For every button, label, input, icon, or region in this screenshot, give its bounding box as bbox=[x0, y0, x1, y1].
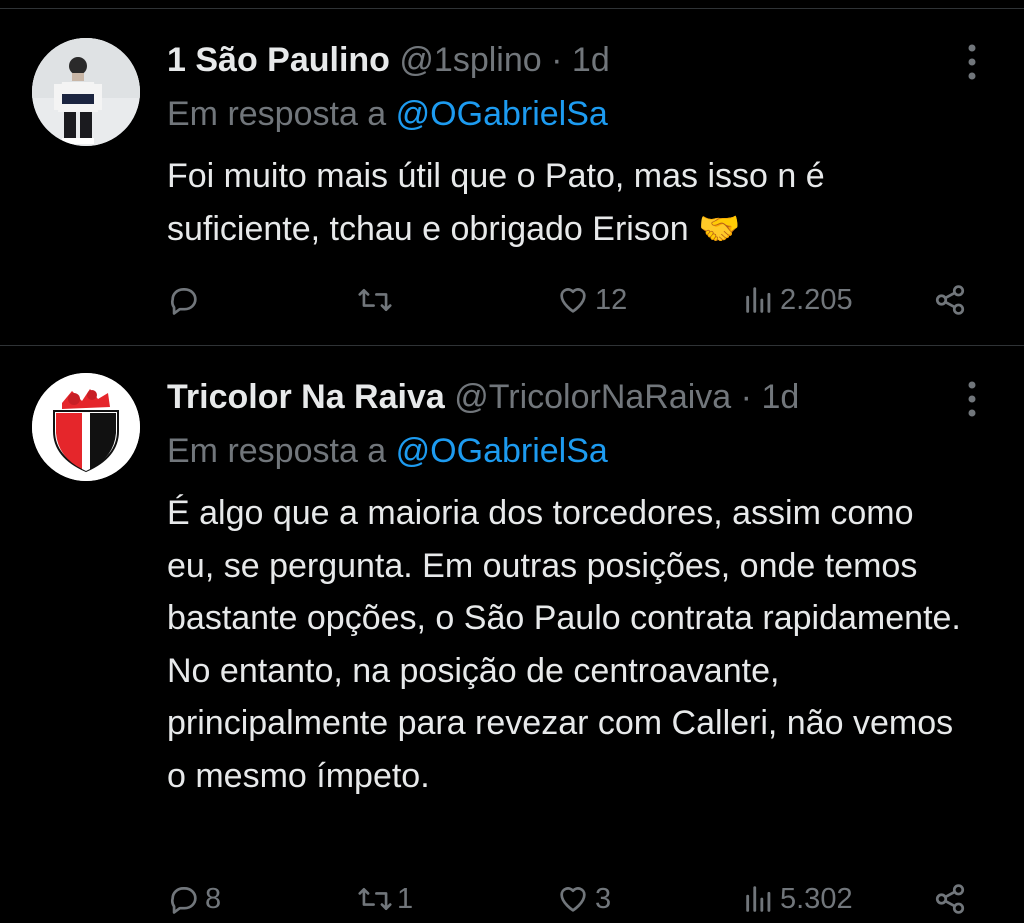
reply-prefix: Em resposta a bbox=[167, 432, 387, 470]
display-name[interactable]: Tricolor Na Raiva bbox=[167, 378, 445, 416]
share-icon bbox=[932, 882, 968, 916]
more-icon[interactable] bbox=[964, 42, 980, 82]
avatar-photo bbox=[32, 38, 140, 146]
tweet-text: Foi muito mais útil que o Pato, mas isso… bbox=[167, 157, 825, 248]
like-button[interactable]: 12 bbox=[555, 278, 627, 322]
reply-button[interactable] bbox=[167, 278, 205, 322]
reply-icon bbox=[167, 283, 201, 317]
reply-context: Em resposta a @OGabrielSa bbox=[167, 92, 608, 136]
more-icon[interactable] bbox=[964, 379, 980, 419]
reply-icon bbox=[167, 882, 201, 916]
separator: · bbox=[551, 41, 563, 79]
like-count: 3 bbox=[595, 882, 612, 915]
retweet-count: 1 bbox=[397, 882, 414, 915]
separator: · bbox=[740, 378, 752, 416]
tweet[interactable]: Tricolor Na Raiva @TricolorNaRaiva · 1d … bbox=[0, 347, 1024, 923]
views-button[interactable]: 5.302 bbox=[742, 877, 853, 921]
action-bar: 8 1 3 5.302 bbox=[167, 877, 987, 921]
views-count: 5.302 bbox=[780, 882, 853, 915]
retweet-icon bbox=[357, 283, 393, 317]
handle[interactable]: @TricolorNaRaiva bbox=[454, 378, 731, 416]
retweet-button[interactable] bbox=[357, 278, 397, 322]
display-name[interactable]: 1 São Paulino bbox=[167, 41, 390, 79]
share-button[interactable] bbox=[932, 278, 968, 322]
heart-icon bbox=[555, 283, 591, 317]
views-button[interactable]: 2.205 bbox=[742, 278, 853, 322]
views-icon bbox=[742, 283, 776, 317]
tweet-text: É algo que a maioria dos torcedores, ass… bbox=[167, 494, 961, 795]
timestamp[interactable]: 1d bbox=[572, 41, 610, 79]
reply-context: Em resposta a @OGabrielSa bbox=[167, 429, 608, 473]
retweet-button[interactable]: 1 bbox=[357, 877, 413, 921]
avatar[interactable] bbox=[32, 38, 140, 146]
reply-button[interactable]: 8 bbox=[167, 877, 221, 921]
club-crest-avatar bbox=[32, 373, 140, 481]
top-divider bbox=[0, 0, 1024, 9]
action-bar: 12 2.205 bbox=[167, 278, 987, 322]
tweet-header: 1 São Paulino @1splino · 1d bbox=[167, 38, 610, 82]
handle[interactable]: @1splino bbox=[399, 41, 541, 79]
avatar[interactable] bbox=[32, 373, 140, 481]
reply-mention[interactable]: @OGabrielSa bbox=[396, 432, 608, 470]
views-icon bbox=[742, 882, 776, 916]
tweet[interactable]: 1 São Paulino @1splino · 1d Em resposta … bbox=[0, 10, 1024, 346]
timestamp[interactable]: 1d bbox=[761, 378, 799, 416]
reply-prefix: Em resposta a bbox=[167, 95, 387, 133]
reply-mention[interactable]: @OGabrielSa bbox=[396, 95, 608, 133]
heart-icon bbox=[555, 882, 591, 916]
share-button[interactable] bbox=[932, 877, 968, 921]
tweet-header: Tricolor Na Raiva @TricolorNaRaiva · 1d bbox=[167, 375, 799, 419]
share-icon bbox=[932, 283, 968, 317]
like-count: 12 bbox=[595, 283, 628, 316]
reply-count: 8 bbox=[205, 882, 222, 915]
views-count: 2.205 bbox=[780, 283, 853, 316]
retweet-icon bbox=[357, 882, 393, 916]
like-button[interactable]: 3 bbox=[555, 877, 611, 921]
